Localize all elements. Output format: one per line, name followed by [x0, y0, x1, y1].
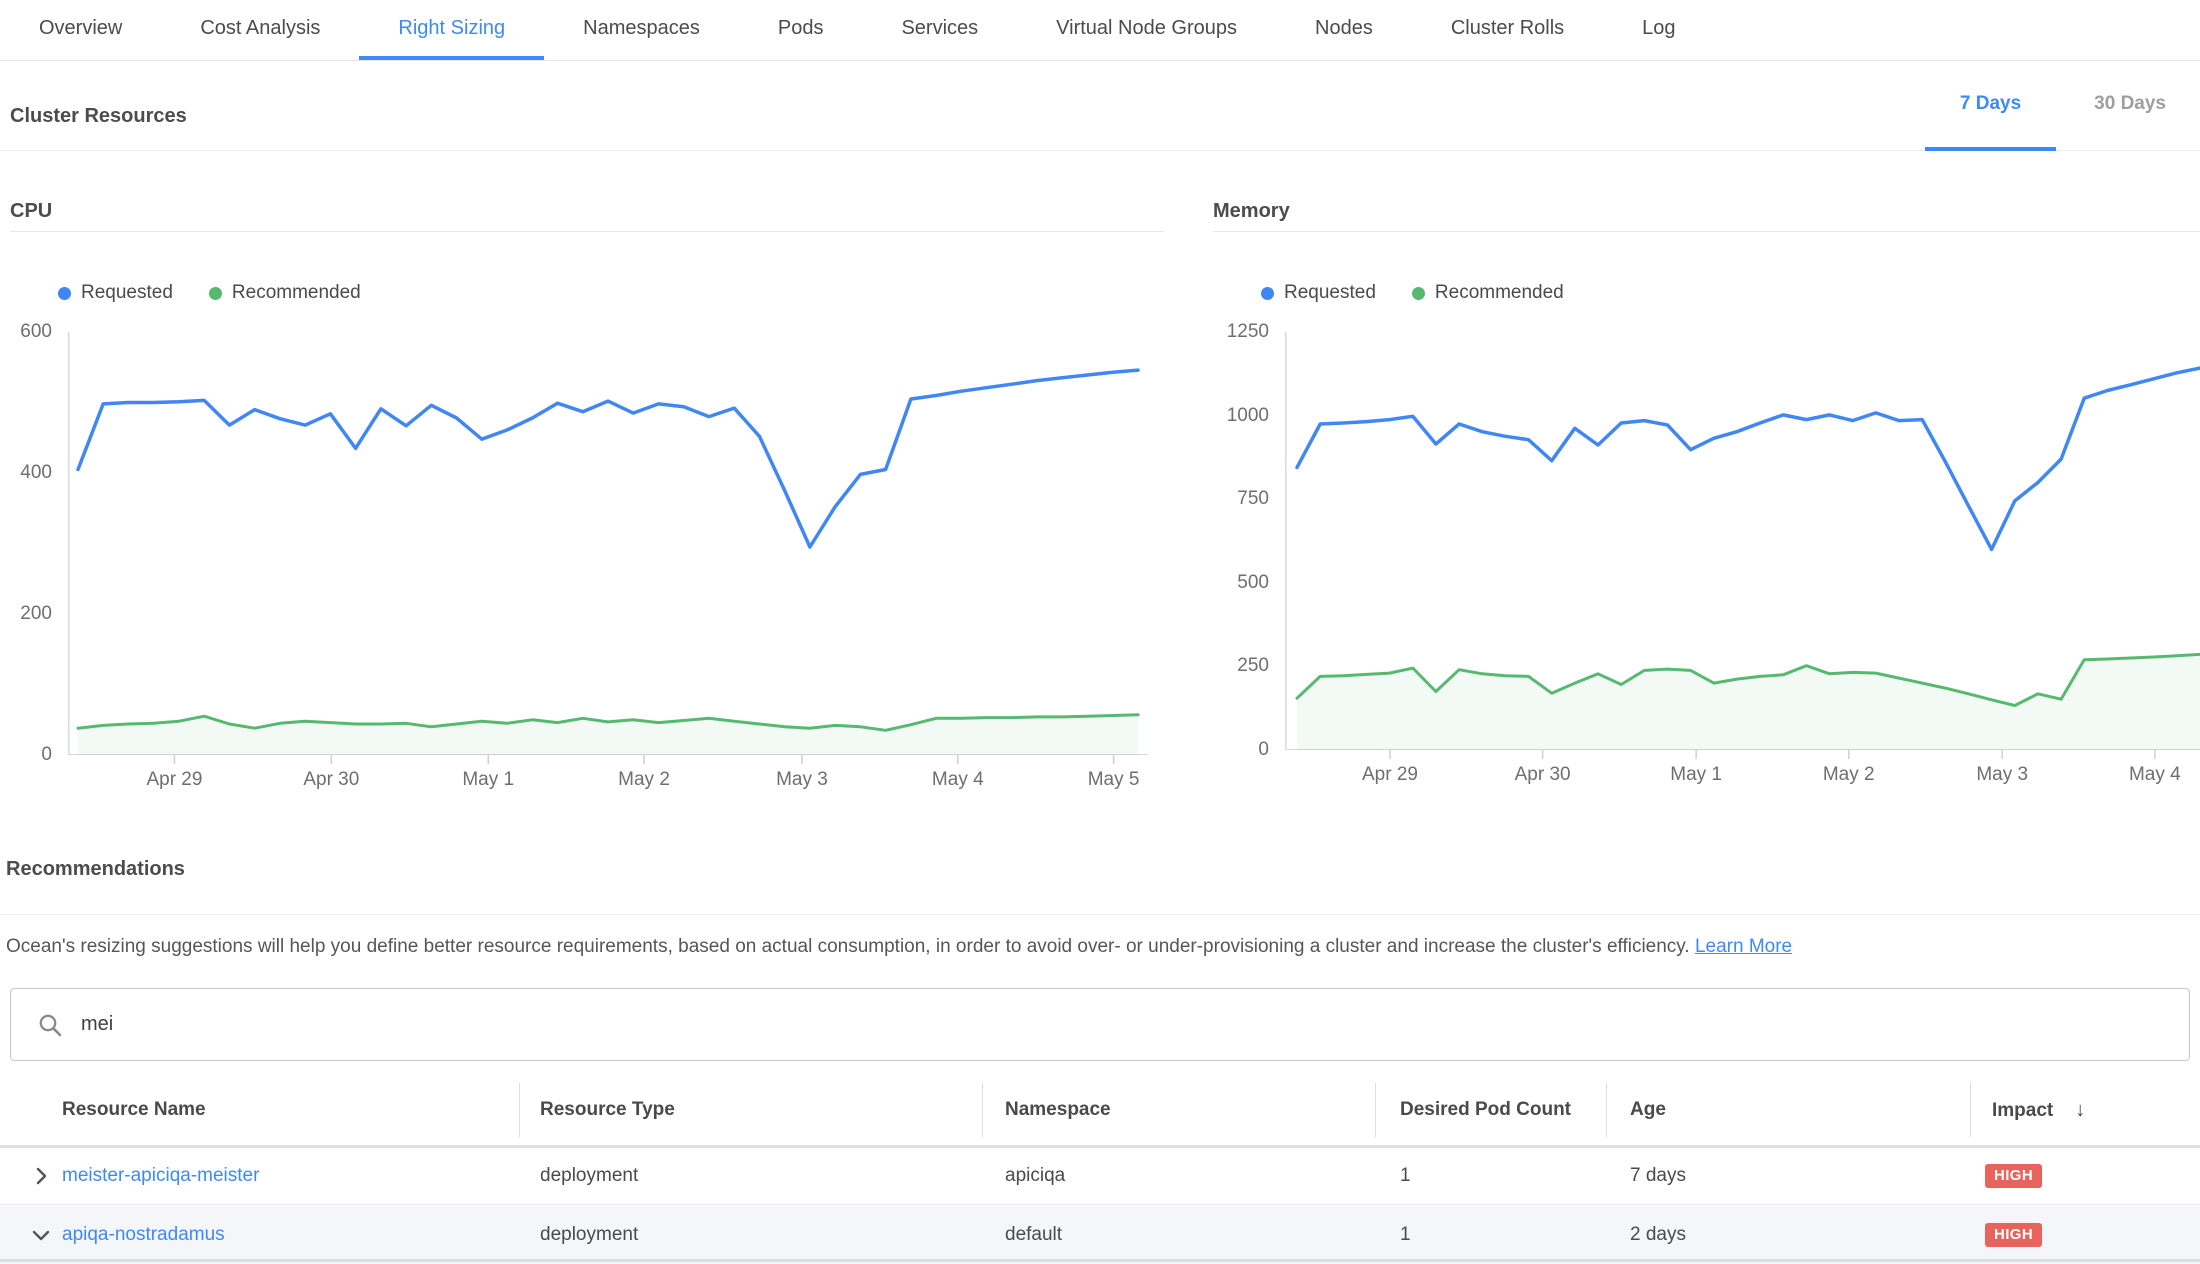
- top-tab-bar: Overview Cost Analysis Right Sizing Name…: [0, 0, 2200, 61]
- impact-badge-high: HIGH: [1985, 1164, 2042, 1188]
- impact-badge-high: HIGH: [1985, 1223, 2042, 1247]
- recommended-dot-icon: [1412, 287, 1425, 300]
- x-tick-label: May 2: [579, 769, 709, 791]
- legend-item-recommended: Recommended: [1412, 282, 1564, 304]
- memory-chart-panel: Memory Requested Recommended 1250 1000 750…: [1213, 200, 2200, 820]
- y-tick-label: 750: [1213, 487, 1269, 511]
- tab-right-sizing[interactable]: Right Sizing: [359, 0, 544, 60]
- tab-namespaces[interactable]: Namespaces: [544, 0, 739, 60]
- requested-dot-icon: [58, 287, 71, 300]
- search-icon: [37, 1012, 63, 1038]
- header-desired-pod-count: Desired Pod Count: [1400, 1075, 1571, 1145]
- header-namespace: Namespace: [1005, 1075, 1111, 1145]
- x-tick-label: May 1: [1631, 764, 1761, 786]
- tab-virtual-node-groups[interactable]: Virtual Node Groups: [1017, 0, 1276, 60]
- resource-name-link[interactable]: apiqa-nostradamus: [62, 1224, 225, 1246]
- sort-descending-icon[interactable]: ↓: [2075, 1099, 2085, 1121]
- y-tick-label: 0: [10, 743, 52, 767]
- y-tick-label: 250: [1213, 654, 1269, 678]
- resource-type-cell: deployment: [540, 1206, 638, 1264]
- chevron-down-icon[interactable]: [30, 1224, 52, 1246]
- legend-label: Requested: [1284, 282, 1376, 304]
- header-impact-label: Impact: [1992, 1100, 2053, 1121]
- pod-count-cell: 1: [1400, 1148, 1411, 1204]
- x-tick-label: Apr 30: [1478, 764, 1608, 786]
- y-tick-label: 600: [10, 320, 52, 344]
- y-tick-label: 0: [1213, 738, 1269, 762]
- legend-label: Recommended: [1435, 282, 1564, 304]
- column-divider: [1606, 1083, 1607, 1137]
- x-tick-label: Apr 29: [1325, 764, 1455, 786]
- y-tick-label: 1250: [1213, 320, 1269, 344]
- x-tick-label: May 1: [423, 769, 553, 791]
- requested-dot-icon: [1261, 287, 1274, 300]
- recommended-dot-icon: [209, 287, 222, 300]
- memory-chart-title: Memory: [1213, 200, 2200, 232]
- tab-overview[interactable]: Overview: [0, 0, 161, 60]
- legend-item-requested: Requested: [1261, 282, 1376, 304]
- recommendations-title: Recommendations: [6, 858, 185, 881]
- y-tick-label: 400: [10, 461, 52, 485]
- recommendations-divider: [0, 914, 2200, 915]
- header-impact-sort[interactable]: Impact ↓: [1992, 1075, 2085, 1145]
- legend-item-recommended: Recommended: [209, 282, 361, 304]
- table-row-apiqa-nostradamus[interactable]: apiqa-nostradamus deployment default 1 2…: [0, 1206, 2200, 1264]
- x-tick-label: May 4: [2090, 764, 2200, 786]
- namespace-cell: default: [1005, 1206, 1062, 1264]
- table-row-meister-apiciqa-meister[interactable]: meister-apiciqa-meister deployment apici…: [0, 1148, 2200, 1205]
- memory-chart-legend: Requested Recommended: [1261, 282, 1564, 304]
- pod-count-cell: 1: [1400, 1206, 1411, 1264]
- recommendations-table-header: Resource Name Resource Type Namespace De…: [0, 1075, 2200, 1148]
- legend-label: Recommended: [232, 282, 361, 304]
- tab-pods[interactable]: Pods: [739, 0, 863, 60]
- recommendations-description: Ocean's resizing suggestions will help y…: [6, 932, 2186, 962]
- header-resource-type: Resource Type: [540, 1075, 675, 1145]
- resource-name-link[interactable]: meister-apiciqa-meister: [62, 1165, 259, 1187]
- cpu-chart-panel: CPU Requested Recommended 600 400 200 0 Apr…: [10, 200, 1164, 820]
- header-resource-name: Resource Name: [62, 1075, 206, 1145]
- legend-label: Requested: [81, 282, 173, 304]
- recommendations-text: Ocean's resizing suggestions will help y…: [6, 936, 1690, 957]
- x-tick-label: May 3: [1937, 764, 2067, 786]
- recommendations-search[interactable]: [10, 988, 2190, 1061]
- cpu-chart-title: CPU: [10, 200, 1164, 232]
- range-7-days[interactable]: 7 Days: [1925, 61, 2056, 151]
- column-divider: [1970, 1083, 1971, 1137]
- tab-services[interactable]: Services: [862, 0, 1017, 60]
- x-tick-label: Apr 29: [109, 769, 239, 791]
- namespace-cell: apiciqa: [1005, 1148, 1065, 1204]
- y-tick-label: 200: [10, 602, 52, 626]
- legend-item-requested: Requested: [58, 282, 173, 304]
- column-divider: [519, 1083, 520, 1137]
- cpu-line-chart: [68, 332, 1148, 767]
- right-sizing-page: Overview Cost Analysis Right Sizing Name…: [0, 0, 2200, 1264]
- tab-cluster-rolls[interactable]: Cluster Rolls: [1412, 0, 1603, 60]
- x-tick-label: Apr 30: [266, 769, 396, 791]
- tab-nodes[interactable]: Nodes: [1276, 0, 1412, 60]
- chevron-right-icon[interactable]: [30, 1165, 52, 1187]
- cluster-resources-title: Cluster Resources: [10, 105, 187, 128]
- header-age: Age: [1630, 1075, 1666, 1145]
- y-tick-label: 1000: [1213, 404, 1269, 428]
- tab-log[interactable]: Log: [1603, 0, 1714, 60]
- x-tick-label: May 5: [1049, 769, 1179, 791]
- time-range-toggle: 7 Days 30 Days: [1925, 61, 2183, 151]
- resource-type-cell: deployment: [540, 1148, 638, 1204]
- x-tick-label: May 4: [893, 769, 1023, 791]
- range-30-days[interactable]: 30 Days: [2077, 61, 2183, 151]
- search-input[interactable]: [79, 1012, 2189, 1037]
- y-tick-label: 500: [1213, 571, 1269, 595]
- cluster-resources-header: Cluster Resources 7 Days 30 Days: [0, 61, 2200, 151]
- tab-cost-analysis[interactable]: Cost Analysis: [161, 0, 359, 60]
- x-tick-label: May 3: [737, 769, 867, 791]
- column-divider: [982, 1083, 983, 1137]
- cpu-chart-legend: Requested Recommended: [58, 282, 361, 304]
- expanded-row-divider: [0, 1259, 2200, 1262]
- age-cell: 2 days: [1630, 1206, 1686, 1264]
- column-divider: [1375, 1083, 1376, 1137]
- memory-line-chart: [1285, 332, 2200, 762]
- x-tick-label: May 2: [1784, 764, 1914, 786]
- learn-more-link[interactable]: Learn More: [1695, 936, 1792, 957]
- age-cell: 7 days: [1630, 1148, 1686, 1204]
